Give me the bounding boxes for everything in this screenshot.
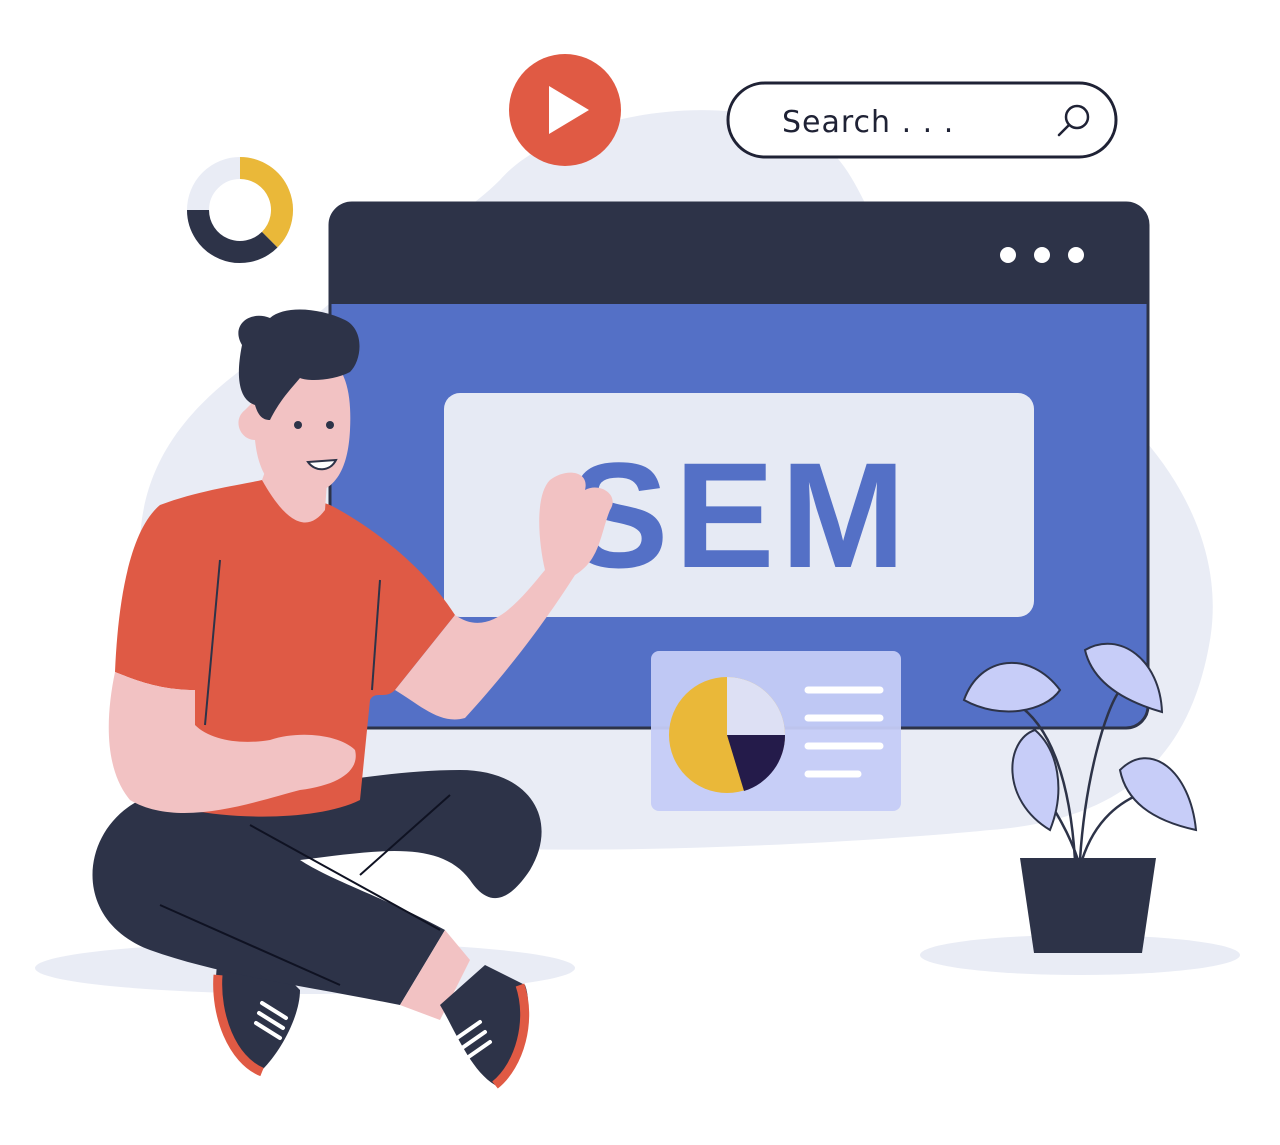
search-bar[interactable]: Search . . . [726,81,1118,159]
window-titlebar [330,203,1148,304]
sem-illustration: Search . . . SEM [35,54,1240,1089]
pie-chart-icon [669,677,786,793]
search-input[interactable]: Search . . . [782,105,954,140]
sem-heading: SEM [568,431,911,599]
play-icon[interactable] [509,54,621,166]
plant-pot [1020,858,1156,953]
window-dots-icon[interactable] [1000,247,1084,263]
analytics-card [651,651,901,811]
donut-chart-icon [187,157,293,263]
